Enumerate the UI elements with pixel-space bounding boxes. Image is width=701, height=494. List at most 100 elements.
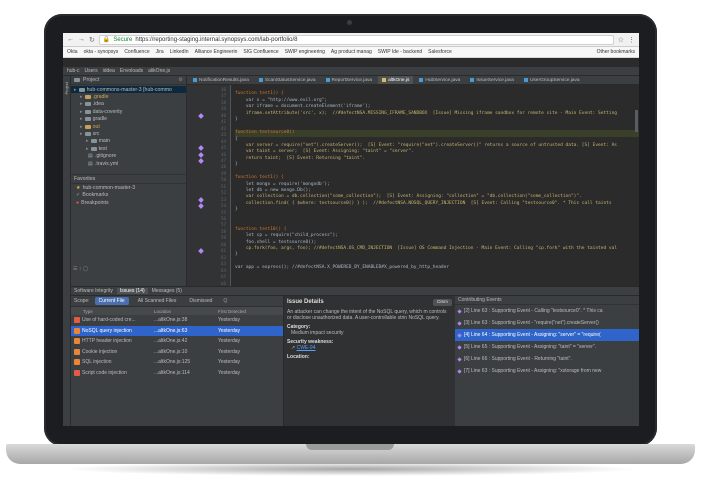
- event-marker-icon: [457, 332, 462, 338]
- issue-row[interactable]: Use of hard-coded cre... ...altkOne.js:38…: [71, 315, 283, 326]
- expand-arrow-icon[interactable]: ▸: [86, 138, 89, 144]
- ide-nav-item[interactable]: Users: [85, 68, 98, 74]
- scope-button[interactable]: All Scanned Files: [134, 297, 181, 305]
- tree-item[interactable]: ▸ .gradle: [71, 93, 186, 100]
- tree-item-label: out: [92, 123, 100, 130]
- webcam: [347, 20, 352, 25]
- bookmark-item[interactable]: Salesforce: [428, 49, 452, 55]
- tree-item[interactable]: ▸ data-coverity: [71, 108, 186, 115]
- defect-marker-icon[interactable]: [198, 158, 204, 164]
- editor-tab[interactable]: IssueService.java: [466, 76, 518, 84]
- tree-item[interactable]: ▤ .gitignore: [71, 153, 186, 160]
- bookmark-item[interactable]: Jira: [156, 49, 164, 55]
- menu-icon[interactable]: ⋮: [628, 36, 635, 44]
- expand-arrow-icon[interactable]: ▸: [80, 131, 83, 137]
- issue-row[interactable]: HTTP header injection ...altkOne.js:42 Yes…: [71, 336, 283, 347]
- url-text: https://reporting-staging.internal.synop…: [135, 36, 298, 43]
- ide-nav-item[interactable]: hub-c: [67, 68, 80, 74]
- bottom-tab[interactable]: Issues (14): [116, 288, 148, 294]
- editor-scrollbar[interactable]: [635, 110, 638, 132]
- bookmark-item[interactable]: Ag product manag: [331, 49, 372, 55]
- file-icon: [419, 78, 424, 82]
- bottom-tab[interactable]: Software Integrity: [74, 288, 113, 294]
- defect-marker-icon[interactable]: [198, 112, 204, 119]
- event-row[interactable]: [6] Line 66 : Supporting Event - Returni…: [455, 353, 639, 365]
- bookmark-item[interactable]: LinkedIn: [170, 49, 189, 55]
- project-tool-tab[interactable]: Project: [64, 82, 70, 94]
- defect-marker-icon[interactable]: [198, 196, 204, 203]
- tree-item[interactable]: ▸ hub-commons-master-3 [hub-commo: [71, 86, 186, 94]
- tree-item[interactable]: ▸ test: [71, 145, 186, 152]
- scope-button[interactable]: Dismissed: [185, 297, 216, 305]
- ide-nav-item[interactable]: alikOne.js: [148, 68, 170, 74]
- favorite-item[interactable]: ✓ Bookmarks: [71, 192, 186, 199]
- tree-item[interactable]: ▸ .idea: [71, 101, 186, 108]
- bookmark-item[interactable]: Confluence: [124, 49, 149, 55]
- defect-marker-icon[interactable]: [198, 145, 204, 151]
- url-input[interactable]: 🔒 Secure https://reporting-staging.inter…: [98, 34, 614, 45]
- back-icon[interactable]: ←: [67, 36, 74, 43]
- favorite-item[interactable]: ● Breakpoints: [71, 199, 186, 206]
- expand-arrow-icon[interactable]: ▸: [80, 124, 83, 130]
- issue-row[interactable]: Script code injection ...altkOne.js:114 Ye…: [71, 368, 283, 379]
- dismiss-button[interactable]: Dism: [433, 299, 452, 306]
- event-row[interactable]: [4] Line 64 : Supporting Event - Assigni…: [455, 329, 639, 341]
- column-header[interactable]: Location: [154, 309, 218, 314]
- defect-marker-icon[interactable]: [198, 203, 204, 209]
- tree-item[interactable]: ▸ src: [71, 130, 186, 137]
- tree-item[interactable]: ▸ gradle: [71, 116, 186, 123]
- editor-tab[interactable]: altkOne.js: [378, 76, 414, 84]
- bottom-tab[interactable]: Messages (5): [152, 288, 182, 294]
- column-header[interactable]: Type: [71, 309, 154, 314]
- bookmark-item[interactable]: SIG Confluence: [243, 49, 278, 55]
- defect-marker-icon[interactable]: [198, 248, 204, 255]
- expand-arrow-icon[interactable]: ▸: [80, 101, 83, 107]
- star-icon[interactable]: ☆: [618, 36, 624, 44]
- defect-marker-icon[interactable]: [198, 151, 204, 158]
- issue-row[interactable]: SQL injection ...altkOne.js:125 Yesterday: [71, 357, 283, 368]
- event-row[interactable]: [2] Line 63 : Supporting Event - Calling…: [455, 305, 639, 317]
- bookmark-item[interactable]: Okta: [67, 49, 78, 55]
- editor-tab[interactable]: UserGroupService.java: [520, 76, 584, 84]
- bookmark-item[interactable]: okta - synopsys: [84, 49, 119, 55]
- editor-tab[interactable]: ReportService.java: [322, 76, 377, 84]
- column-header[interactable]: First Detected: [218, 309, 278, 314]
- event-text: [6] Line 66 : Supporting Event - Returni…: [464, 356, 572, 362]
- code-area[interactable]: function test1() { var x = "http://www.e…: [235, 85, 639, 285]
- tree-item[interactable]: ▸ main: [71, 138, 186, 145]
- other-bookmarks[interactable]: Other bookmarks: [597, 49, 635, 55]
- cwe-link[interactable]: CWE-94: [297, 345, 316, 351]
- code-line: cp.fork(foo, args, foo); //#defectNSA.OS…: [235, 245, 618, 251]
- scope-button[interactable]: Current File: [94, 297, 129, 305]
- event-row[interactable]: [7] Line 63 : Supporting Event - Assigni…: [455, 365, 639, 377]
- expand-arrow-icon[interactable]: ▸: [86, 146, 89, 152]
- tree-item[interactable]: ▸ out: [71, 123, 186, 130]
- expand-arrow-icon[interactable]: ▸: [80, 109, 83, 115]
- event-marker-icon: [457, 344, 462, 350]
- line-number: 39: [220, 106, 226, 112]
- panel-settings-icon[interactable]: ⚙: [178, 77, 183, 83]
- filter-input[interactable]: Q: [223, 298, 227, 304]
- issue-row[interactable]: Cookie injection ...altkOne.js:10 Yesterda…: [71, 347, 283, 358]
- expand-arrow-icon[interactable]: ▸: [74, 87, 77, 93]
- event-row[interactable]: [3] Line 63 : Supporting Event - "requir…: [455, 317, 639, 329]
- ide-nav-item[interactable]: iddea: [103, 68, 115, 74]
- favorite-item[interactable]: ★ hub-common-master-3: [71, 184, 186, 191]
- file-icon: [523, 78, 528, 82]
- ide-nav-item[interactable]: Envoloads: [120, 68, 143, 74]
- folder-icon: [84, 117, 91, 122]
- reload-icon[interactable]: ↻: [89, 36, 95, 44]
- event-row[interactable]: [5] Line 65 : Supporting Event - Assigni…: [455, 341, 639, 353]
- bookmark-item[interactable]: SWIP Ide - backend: [378, 49, 422, 55]
- editor-tab[interactable]: ScanStatusService.java: [255, 76, 320, 84]
- bookmark-item[interactable]: Alliance Engineerin: [195, 49, 238, 55]
- tree-item[interactable]: ▤ .travis.yml: [71, 160, 186, 167]
- bookmark-item[interactable]: SWIP engineering: [285, 49, 325, 55]
- forward-icon[interactable]: →: [78, 36, 85, 43]
- editor-tab[interactable]: HubService.java: [415, 76, 464, 84]
- expand-arrow-icon[interactable]: ▸: [80, 94, 83, 100]
- editor-tab[interactable]: NotificationResults.java: [189, 76, 253, 84]
- issue-row[interactable]: NoSQL query injection ...altkOne.js:63 Yes…: [71, 325, 283, 336]
- expand-arrow-icon[interactable]: ▸: [80, 116, 83, 122]
- project-label[interactable]: Project: [83, 77, 99, 83]
